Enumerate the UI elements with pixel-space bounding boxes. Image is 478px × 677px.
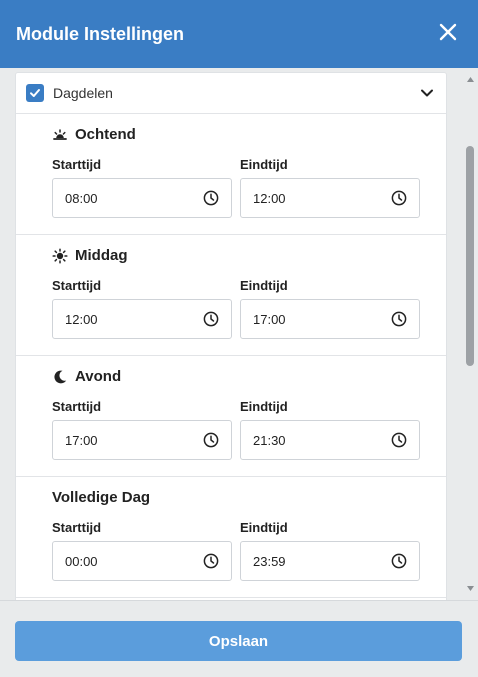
start-time-input[interactable]: 17:00 bbox=[52, 420, 232, 460]
section-title: Avond bbox=[75, 368, 122, 385]
sunrise-icon bbox=[53, 129, 67, 140]
section-ochtend: Ochtend Starttijd Eindtijd 08:00 12:00 bbox=[16, 114, 446, 235]
start-time-value: 12:00 bbox=[65, 311, 98, 327]
start-label: Starttijd bbox=[52, 278, 102, 293]
end-label: Eindtijd bbox=[240, 278, 288, 293]
scroll-down-icon[interactable] bbox=[466, 584, 475, 593]
start-time-value: 17:00 bbox=[65, 432, 98, 448]
settings-content: Dagdelen Ochtend Starttijd Eindtijd 08:0… bbox=[0, 68, 478, 600]
section-volledige-dag: Volledige Dag Starttijd Eindtijd 00:00 2… bbox=[16, 477, 446, 598]
check-icon bbox=[30, 89, 40, 97]
scroll-up-icon[interactable] bbox=[466, 75, 475, 84]
section-title: Ochtend bbox=[75, 126, 136, 143]
clock-icon[interactable] bbox=[391, 553, 407, 569]
start-label: Starttijd bbox=[52, 520, 102, 535]
end-time-input[interactable]: 21:30 bbox=[240, 420, 420, 460]
start-label: Starttijd bbox=[52, 399, 102, 414]
dagdelen-checkbox[interactable] bbox=[26, 84, 44, 102]
section-title: Volledige Dag bbox=[52, 489, 151, 506]
scrollbar[interactable] bbox=[463, 68, 478, 600]
section-middag: Middag Starttijd Eindtijd 12:00 17:00 bbox=[16, 235, 446, 356]
section-title: Middag bbox=[75, 247, 128, 264]
dagdelen-panel: Dagdelen Ochtend Starttijd Eindtijd 08:0… bbox=[15, 72, 447, 600]
save-button[interactable]: Opslaan bbox=[15, 621, 462, 661]
end-time-value: 23:59 bbox=[253, 553, 286, 569]
clock-icon[interactable] bbox=[391, 190, 407, 206]
panel-header[interactable]: Dagdelen bbox=[16, 73, 446, 114]
end-label: Eindtijd bbox=[240, 399, 288, 414]
end-time-value: 12:00 bbox=[253, 190, 286, 206]
end-time-value: 17:00 bbox=[253, 311, 286, 327]
section-avond: Avond Starttijd Eindtijd 17:00 21:30 bbox=[16, 356, 446, 477]
clock-icon[interactable] bbox=[391, 432, 407, 448]
end-label: Eindtijd bbox=[240, 520, 288, 535]
chevron-down-icon[interactable] bbox=[420, 86, 434, 100]
start-time-value: 00:00 bbox=[65, 553, 98, 569]
end-time-value: 21:30 bbox=[253, 432, 286, 448]
clock-icon[interactable] bbox=[203, 432, 219, 448]
clock-icon[interactable] bbox=[203, 190, 219, 206]
clock-icon[interactable] bbox=[391, 311, 407, 327]
end-time-input[interactable]: 23:59 bbox=[240, 541, 420, 581]
start-time-input[interactable]: 12:00 bbox=[52, 299, 232, 339]
start-time-value: 08:00 bbox=[65, 190, 98, 206]
start-time-input[interactable]: 00:00 bbox=[52, 541, 232, 581]
close-icon[interactable] bbox=[438, 22, 458, 42]
end-time-input[interactable]: 12:00 bbox=[240, 178, 420, 218]
panel-label: Dagdelen bbox=[53, 85, 113, 101]
clock-icon[interactable] bbox=[203, 311, 219, 327]
clock-icon[interactable] bbox=[203, 553, 219, 569]
modal-title: Module Instellingen bbox=[16, 23, 185, 44]
sun-icon bbox=[52, 248, 68, 264]
modal-header: Module Instellingen bbox=[0, 0, 478, 68]
start-time-input[interactable]: 08:00 bbox=[52, 178, 232, 218]
end-time-input[interactable]: 17:00 bbox=[240, 299, 420, 339]
moon-icon bbox=[54, 370, 67, 384]
end-label: Eindtijd bbox=[240, 157, 288, 172]
scrollbar-thumb[interactable] bbox=[466, 146, 474, 366]
start-label: Starttijd bbox=[52, 157, 102, 172]
modal-footer: Opslaan bbox=[0, 600, 478, 677]
